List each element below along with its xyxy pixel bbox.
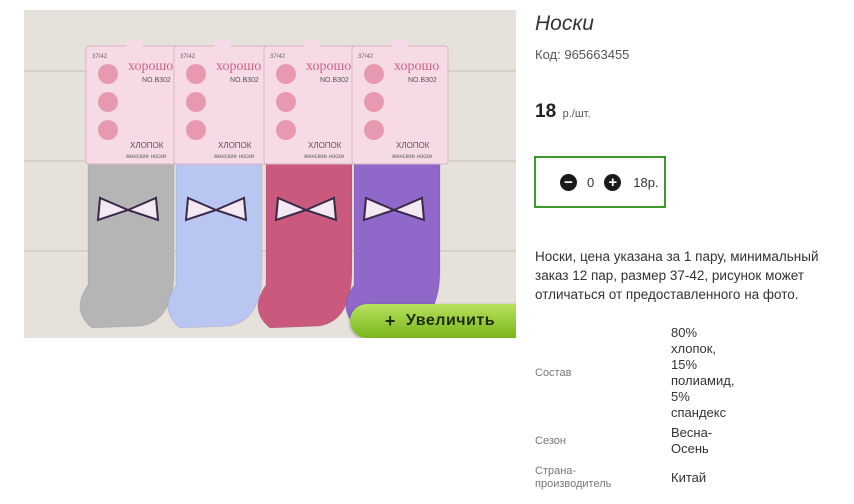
size-text: 37/42 (358, 54, 374, 60)
sock: хорошо 37/42 NO.B302 ХЛОПОК женские носки (345, 40, 449, 329)
product-price: 18 р./шт. (535, 101, 591, 123)
size-text: 37/42 (270, 54, 286, 60)
product-description: Носки, цена указана за 1 пару, минимальн… (535, 249, 819, 302)
rose (276, 64, 296, 84)
brand-text: хорошо (216, 59, 261, 74)
label-hook (214, 40, 230, 48)
price-unit: р./шт. (562, 108, 591, 120)
code-value: 965663455 (564, 47, 630, 62)
price-amount: 18 (535, 101, 557, 122)
sock: хорошо 37/42 NO.B302 ХЛОПОК женские носки (257, 40, 361, 329)
rose (276, 120, 296, 140)
label-hook (126, 40, 142, 48)
name-line: производитель (535, 478, 612, 490)
sub-text: женские носки (126, 154, 166, 160)
quantity-total: 18р. (633, 174, 659, 190)
rose (364, 92, 384, 112)
zoom-button-label: Увеличить (405, 312, 496, 329)
rose (364, 120, 384, 140)
brand-text: хорошо (128, 59, 173, 74)
brand-text: хорошо (394, 59, 439, 74)
size-text: 37/42 (92, 54, 108, 60)
product-code: Код: 965663455 (535, 47, 629, 62)
properties-table: Состав 80% хлопок, 15% полиамид, 5% спан… (535, 322, 775, 498)
value-line: Весна- (671, 425, 713, 440)
product-image[interactable]: хорошо 37/42 NO.B302 ХЛОПОК женские носки хор… (24, 10, 516, 338)
product-title: Носки (535, 12, 594, 35)
label-hook (304, 40, 320, 48)
property-row: Состав 80% хлопок, 15% полиамид, 5% спан… (535, 322, 775, 424)
rose (98, 120, 118, 140)
material-text: ХЛОПОК (130, 141, 164, 150)
property-value: Весна- Осень (671, 425, 751, 457)
value-line: 5% (671, 389, 690, 404)
model-text: NO.B302 (142, 77, 171, 84)
property-name: Сезон (535, 434, 566, 447)
zoom-button[interactable]: + Увеличить (350, 304, 516, 338)
property-name: Состав (535, 366, 572, 379)
model-text: NO.B302 (230, 77, 259, 84)
size-text: 37/42 (180, 54, 196, 60)
socks-photo: хорошо37/42NO.B302ХЛОПОКженские носкихор… (24, 10, 516, 338)
rose (276, 92, 296, 112)
sock: хорошо 37/42 NO.B302 ХЛОПОК женские носки (167, 40, 271, 329)
property-row: Сезон Весна- Осень (535, 424, 775, 458)
rose (186, 120, 206, 140)
value-line: хлопок, (671, 341, 717, 356)
material-text: ХЛОПОК (218, 141, 252, 150)
minus-button[interactable]: − (560, 173, 577, 191)
rose (98, 92, 118, 112)
quantity-value[interactable]: 0 (587, 175, 594, 190)
rose (364, 64, 384, 84)
rose (186, 64, 206, 84)
model-text: NO.B302 (408, 77, 437, 84)
sub-text: женские носки (304, 154, 344, 160)
property-row: Страна- производитель Китай (535, 458, 775, 498)
sub-text: женские носки (214, 154, 254, 160)
value-line: Осень (671, 441, 709, 456)
code-label: Код: (535, 47, 561, 62)
brand-text: хорошо (306, 59, 351, 74)
label-hook (392, 40, 408, 48)
value-line: 80% (671, 325, 698, 340)
quantity-stepper: − 0 + 18р. (534, 156, 666, 208)
value-line: Китай (671, 470, 707, 485)
sub-text: женские носки (392, 154, 432, 160)
plus-button[interactable]: + (604, 173, 622, 191)
name-line: Страна- (535, 465, 577, 477)
value-line: полиамид, (671, 373, 735, 388)
property-value: 80% хлопок, 15% полиамид, 5% спандекс (671, 325, 751, 421)
rose (186, 92, 206, 112)
rose (98, 64, 118, 84)
value-line: 15% (671, 357, 698, 372)
model-text: NO.B302 (320, 77, 349, 84)
value-line: спандекс (671, 405, 727, 420)
plus-icon: + (384, 310, 396, 331)
material-text: ХЛОПОК (396, 141, 430, 150)
property-name: Страна- производитель (535, 465, 671, 491)
sock: хорошо 37/42 NO.B302 ХЛОПОК женские носки (79, 40, 183, 329)
material-text: ХЛОПОК (308, 141, 342, 150)
property-value: Китай (671, 470, 751, 486)
